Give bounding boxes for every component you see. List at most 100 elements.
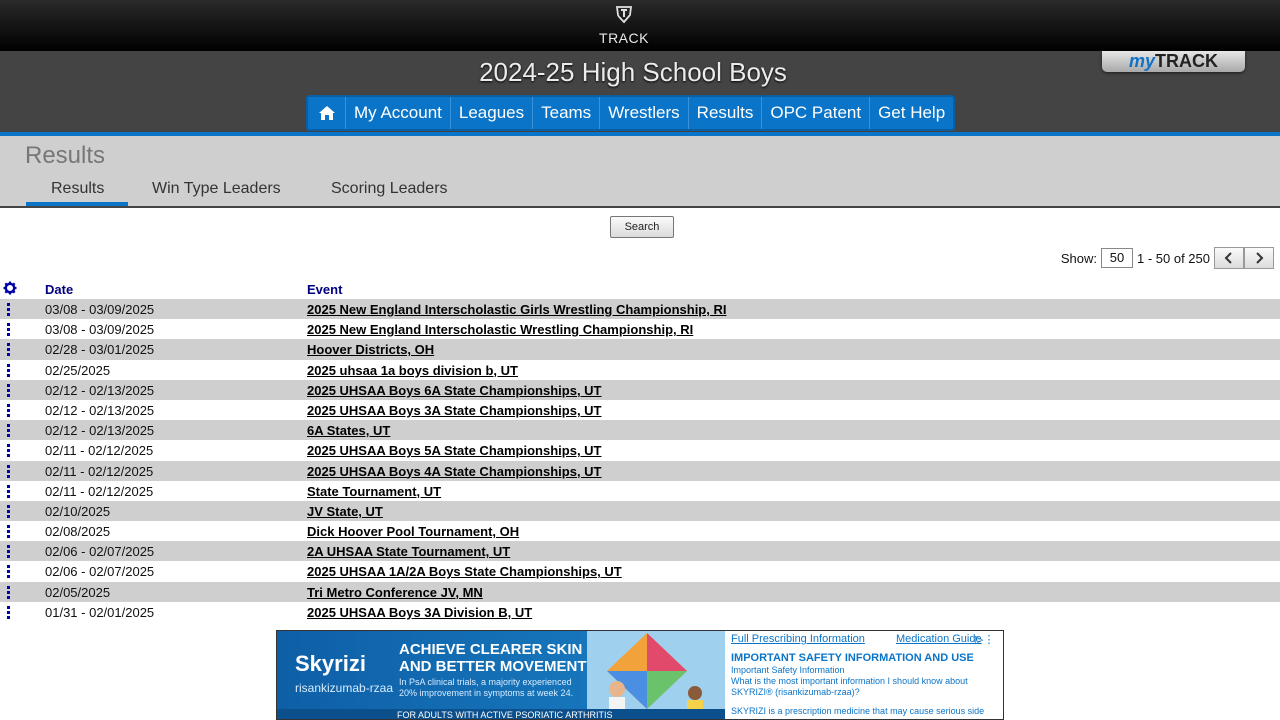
row-date: 02/06 - 02/07/2025 [45, 544, 155, 560]
row-menu-icon[interactable] [7, 565, 10, 579]
logo-text: TRACK [599, 30, 649, 46]
nav-opc-patent[interactable]: OPC Patent [761, 97, 869, 129]
table-row: 02/12 - 02/13/2025 2025 UHSAA Boys 6A Sta… [0, 379, 1280, 400]
table-row: 02/11 - 02/12/2025 State Tournament, UT [0, 481, 1280, 501]
row-date: 02/11 - 02/12/2025 [45, 463, 154, 479]
row-menu-icon[interactable] [7, 545, 10, 559]
row-date: 02/12 - 02/13/2025 [45, 382, 155, 398]
row-date: 02/12 - 02/13/2025 [45, 423, 155, 439]
row-event-link[interactable]: 2025 New England Interscholastic Girls W… [307, 302, 726, 317]
header: 2024-25 High School Boys myTRACK My Acco… [0, 51, 1280, 136]
row-date: 02/11 - 02/12/2025 [45, 443, 154, 459]
shield-icon [615, 6, 633, 24]
row-date: 01/31 - 02/01/2025 [45, 604, 155, 620]
ad-isi-footer: SKYRIZI is a prescription medicine that … [731, 706, 985, 716]
row-menu-icon[interactable] [7, 363, 10, 378]
home-icon [318, 106, 335, 120]
ad-isi-subtitle: Important Safety Information [731, 665, 845, 675]
row-date: 02/11 - 02/12/2025 [45, 483, 154, 499]
row-menu-icon[interactable] [7, 343, 10, 357]
nav-wrestlers[interactable]: Wrestlers [599, 97, 687, 129]
tab-win-type-leaders[interactable]: Win Type Leaders [152, 180, 281, 198]
nav-my-account[interactable]: My Account [345, 97, 450, 129]
ad-headline-2: AND BETTER MOVEMENT [399, 658, 587, 675]
nav-teams[interactable]: Teams [532, 97, 599, 129]
ad-choices-icon[interactable]: ▷⋮ [975, 633, 994, 646]
nav-leagues[interactable]: Leagues [449, 97, 532, 129]
row-menu-icon[interactable] [7, 303, 10, 317]
column-header-event[interactable]: Event [307, 282, 342, 297]
row-event-link[interactable]: 2025 uhsaa 1a boys division b, UT [307, 363, 518, 378]
table-row: 02/08/2025 Dick Hoover Pool Tournament, O… [0, 521, 1280, 541]
row-event-link[interactable]: 2A UHSAA State Tournament, UT [307, 544, 510, 559]
ad-isi-title: IMPORTANT SAFETY INFORMATION AND USE [731, 652, 974, 664]
page-header: Results Results Win Type Leaders Scoring… [0, 136, 1280, 208]
show-label: Show: [1060, 250, 1097, 266]
pager: Show: 50 1 - 50 of 250 [1061, 246, 1274, 270]
row-event-link[interactable]: 2025 UHSAA Boys 4A State Championships, … [307, 464, 602, 479]
ad-banner[interactable]: Skyrizi risankizumab-rzaa ACHIEVE CLEARE… [276, 630, 1004, 720]
row-event-link[interactable]: 6A States, UT [307, 423, 390, 438]
row-date: 02/05/2025 [45, 584, 111, 600]
ad-medication-guide-link[interactable]: Medication Guide [896, 633, 982, 645]
row-date: 02/25/2025 [45, 362, 111, 378]
row-date: 02/08/2025 [45, 524, 111, 540]
ad-safety-panel: Full Prescribing Information Medication … [725, 631, 1003, 719]
ad-body: In PsA clinical trials, a majority exper… [399, 677, 574, 698]
prev-page-button[interactable] [1214, 247, 1244, 269]
row-event-link[interactable]: Hoover Districts, OH [307, 342, 434, 357]
row-menu-icon[interactable] [7, 383, 10, 398]
row-menu-icon[interactable] [7, 424, 10, 438]
row-date: 03/08 - 03/09/2025 [45, 302, 155, 317]
row-event-link[interactable]: 2025 UHSAA Boys 5A State Championships, … [307, 443, 602, 458]
row-menu-icon[interactable] [7, 403, 10, 418]
row-menu-icon[interactable] [7, 504, 10, 519]
mytrack-track-label: TRACK [1155, 51, 1218, 71]
row-event-link[interactable]: 2025 UHSAA Boys 3A Division B, UT [307, 605, 532, 620]
row-event-link[interactable]: JV State, UT [307, 504, 383, 519]
column-header-date[interactable]: Date [45, 282, 73, 297]
mytrack-my-label: my [1128, 51, 1155, 71]
ad-brand: Skyrizi [295, 651, 366, 676]
row-event-link[interactable]: 2025 New England Interscholastic Wrestli… [307, 322, 693, 337]
table-row: 01/31 - 02/01/2025 2025 UHSAA Boys 3A Div… [0, 602, 1280, 622]
row-menu-icon[interactable] [7, 464, 10, 479]
ad-kite-image [587, 631, 725, 711]
ad-headline-1: ACHIEVE CLEARER SKIN [399, 641, 583, 658]
table-row: 02/06 - 02/07/2025 2A UHSAA State Tournam… [0, 541, 1280, 562]
row-date: 02/28 - 03/01/2025 [45, 342, 155, 358]
nav-home[interactable] [308, 97, 345, 129]
row-event-link[interactable]: State Tournament, UT [307, 484, 441, 499]
gear-icon[interactable] [3, 281, 17, 295]
top-bar: TRACK [0, 0, 1280, 51]
row-menu-icon[interactable] [7, 323, 10, 337]
next-page-button[interactable] [1244, 247, 1274, 269]
row-event-link[interactable]: 2025 UHSAA Boys 6A State Championships, … [307, 383, 602, 398]
tab-scoring-leaders[interactable]: Scoring Leaders [331, 180, 448, 198]
table-row: 02/06 - 02/07/2025 2025 UHSAA 1A/2A Boys … [0, 561, 1280, 581]
row-menu-icon[interactable] [7, 525, 10, 539]
table-row: 02/25/2025 2025 uhsaa 1a boys division b,… [0, 360, 1280, 380]
row-menu-icon[interactable] [7, 585, 10, 600]
nav-get-help[interactable]: Get Help [869, 97, 953, 129]
row-event-link[interactable]: Tri Metro Conference JV, MN [307, 585, 483, 600]
row-menu-icon[interactable] [7, 484, 10, 499]
tab-results[interactable]: Results [51, 180, 104, 198]
row-event-link[interactable]: 2025 UHSAA Boys 3A State Championships, … [307, 403, 602, 418]
ad-prescribing-link[interactable]: Full Prescribing Information [731, 633, 865, 645]
table-row: 02/11 - 02/12/2025 2025 UHSAA Boys 5A Sta… [0, 440, 1280, 460]
table-row: 02/12 - 02/13/2025 2025 UHSAA Boys 3A Sta… [0, 400, 1280, 420]
row-event-link[interactable]: 2025 UHSAA 1A/2A Boys State Championship… [307, 564, 622, 579]
ad-creative[interactable]: Skyrizi risankizumab-rzaa ACHIEVE CLEARE… [277, 631, 725, 719]
track-logo[interactable]: TRACK [0, 0, 1248, 51]
table-row: 02/28 - 03/01/2025 Hoover Districts, OH [0, 339, 1280, 360]
table-row: 02/05/2025 Tri Metro Conference JV, MN [0, 581, 1280, 602]
row-menu-icon[interactable] [7, 605, 10, 620]
row-event-link[interactable]: Dick Hoover Pool Tournament, OH [307, 524, 519, 539]
page-title: Results [25, 142, 106, 169]
page-size-input[interactable]: 50 [1101, 248, 1133, 268]
search-button[interactable]: Search [610, 216, 674, 238]
nav-results[interactable]: Results [687, 97, 762, 129]
row-menu-icon[interactable] [7, 444, 10, 458]
mytrack-button[interactable]: myTRACK [1102, 51, 1245, 72]
